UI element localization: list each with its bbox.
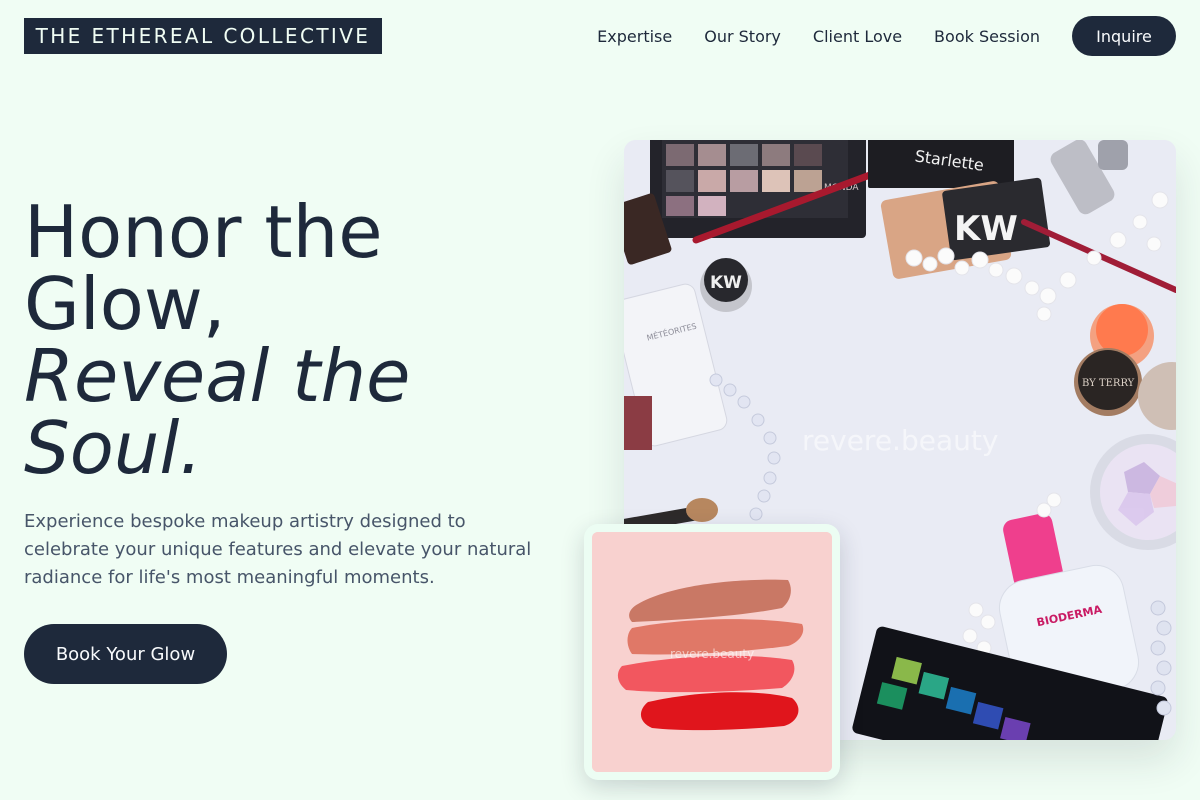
nav-link-our-story[interactable]: Our Story: [704, 27, 781, 46]
by-terry-pot: BY TERRY: [1074, 348, 1142, 416]
inquire-button[interactable]: Inquire: [1072, 16, 1176, 56]
nav-link-expertise[interactable]: Expertise: [597, 27, 672, 46]
nav-link-client-love[interactable]: Client Love: [813, 27, 902, 46]
book-your-glow-button[interactable]: Book Your Glow: [24, 624, 227, 684]
swatch-watermark: revere.beauty: [670, 647, 754, 661]
by-terry-label: BY TERRY: [1082, 378, 1135, 389]
hero-title-italic-line: Reveal the: [24, 334, 411, 418]
hero-title-line: Honor the: [24, 190, 383, 274]
brand-logo[interactable]: THE ETHEREAL COLLECTIVE: [24, 18, 382, 54]
starlette-compact: Starlette: [868, 140, 1014, 188]
hero-description: Experience bespoke makeup artistry desig…: [24, 511, 532, 588]
main-nav: Expertise Our Story Client Love Book Ses…: [597, 16, 1176, 56]
hero-title: Honor the Glow, Reveal the Soul.: [24, 196, 504, 484]
kw-logo-label: KW: [954, 209, 1018, 249]
kw-compact: KW: [942, 177, 1051, 261]
main-image-watermark: revere.beauty: [802, 424, 998, 457]
hero-title-line: Glow,: [24, 262, 226, 346]
lip-swatch-card: revere.beauty: [584, 524, 840, 780]
nav-link-book-session[interactable]: Book Session: [934, 27, 1040, 46]
lip-swatch-image: revere.beauty: [592, 532, 832, 772]
lip-swatch-illustration: revere.beauty: [592, 532, 832, 772]
hero-title-italic-line: Soul.: [24, 406, 203, 490]
svg-text:KW: KW: [710, 273, 742, 293]
